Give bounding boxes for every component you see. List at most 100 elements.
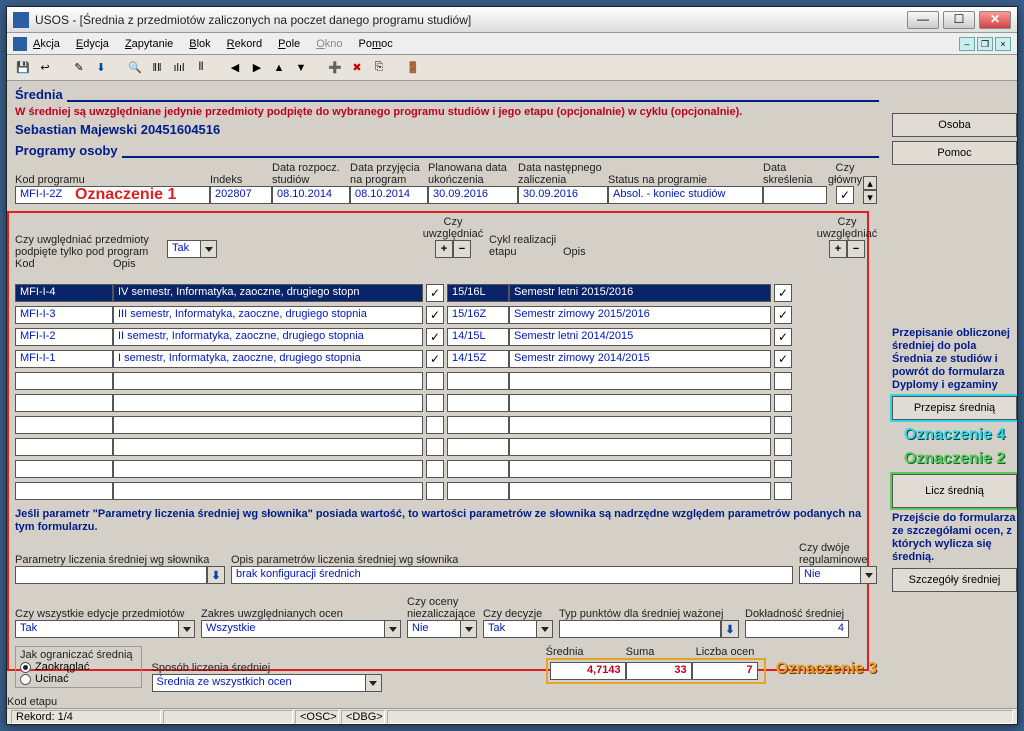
query-icon[interactable]: 🔍: [125, 58, 145, 78]
table-row[interactable]: [15, 482, 877, 504]
child-restore[interactable]: ❐: [977, 37, 993, 51]
scroll-up[interactable]: ▴: [863, 176, 877, 190]
menu-blok[interactable]: Blok: [189, 38, 210, 50]
cell-check2[interactable]: [774, 460, 792, 478]
person-name: Sebastian Majewski 20451604516: [15, 122, 1009, 137]
dokl-field[interactable]: 4: [745, 620, 849, 638]
data-plan-field[interactable]: 30.09.2016: [428, 186, 518, 204]
radio-zaokraglac[interactable]: Zaokrąglać: [20, 661, 133, 673]
cell-check1[interactable]: [426, 416, 444, 434]
cell-check2[interactable]: [774, 482, 792, 500]
rollback-icon[interactable]: ↩: [35, 58, 55, 78]
menu-pomoc[interactable]: Pomoc: [359, 38, 393, 50]
cell-check1[interactable]: [426, 438, 444, 456]
table-row[interactable]: [15, 372, 877, 394]
down2-icon[interactable]: ▼: [291, 58, 311, 78]
osoba-button[interactable]: Osoba: [892, 113, 1017, 137]
typ-pick[interactable]: ⬇: [721, 620, 739, 638]
table-row[interactable]: MFI-I-3III semestr, Informatyka, zaoczne…: [15, 306, 877, 328]
table-row[interactable]: [15, 460, 877, 482]
cell-check1[interactable]: ✓: [426, 306, 444, 324]
decyzje-dropdown[interactable]: Tak: [483, 620, 553, 638]
minus-button-1[interactable]: −: [453, 240, 471, 258]
status-field[interactable]: Absol. - koniec studiów: [608, 186, 763, 204]
param-slownik-pick[interactable]: ⬇: [207, 566, 225, 584]
zakres-dropdown[interactable]: Wszystkie: [201, 620, 401, 638]
delete-icon[interactable]: ✖: [347, 58, 367, 78]
kod-programu-field[interactable]: MFI-I-2Z: [15, 186, 210, 204]
scroll-down[interactable]: ▾: [863, 190, 877, 204]
data-rozp-field[interactable]: 08.10.2014: [272, 186, 350, 204]
przepisz-button[interactable]: Przepisz średnią: [892, 396, 1017, 420]
cell-check1[interactable]: ✓: [426, 350, 444, 368]
bars1-icon[interactable]: ‖‖: [147, 58, 167, 78]
save-icon[interactable]: 💾: [13, 58, 33, 78]
minimize-button[interactable]: —: [907, 11, 939, 29]
bars2-icon[interactable]: ılıl: [169, 58, 189, 78]
cell-check1[interactable]: [426, 460, 444, 478]
typ-field[interactable]: [559, 620, 721, 638]
bars3-icon[interactable]: ⦀: [191, 58, 211, 78]
data-skre-field[interactable]: [763, 186, 827, 204]
param-opis-field[interactable]: brak konfiguracji średnich: [231, 566, 793, 584]
edit-icon[interactable]: ✎: [69, 58, 89, 78]
up-icon[interactable]: ▲: [269, 58, 289, 78]
uwzgl-dropdown[interactable]: Tak: [167, 240, 217, 258]
licz-button[interactable]: Licz średnią: [892, 474, 1017, 508]
menu-okno[interactable]: Okno: [316, 38, 342, 50]
table-row[interactable]: [15, 438, 877, 460]
cell-check2[interactable]: [774, 372, 792, 390]
cell-check2[interactable]: ✓: [774, 328, 792, 346]
cell-cykl: [447, 482, 509, 500]
cell-check1[interactable]: [426, 372, 444, 390]
edycje-dropdown[interactable]: Tak: [15, 620, 195, 638]
menu-pole[interactable]: Pole: [278, 38, 300, 50]
content-area: Osoba Pomoc Średnia W średniej są uwzglę…: [7, 83, 1017, 708]
table-row[interactable]: MFI-I-4IV semestr, Informatyka, zaoczne,…: [15, 284, 877, 306]
menubar: Akcja Edycja Zapytanie Blok Rekord Pole …: [7, 33, 1017, 55]
maximize-button[interactable]: ☐: [943, 11, 975, 29]
cell-check2[interactable]: [774, 438, 792, 456]
cell-check2[interactable]: ✓: [774, 284, 792, 302]
down-icon[interactable]: ⬇: [91, 58, 111, 78]
cell-check2[interactable]: [774, 416, 792, 434]
indeks-field[interactable]: 202807: [210, 186, 272, 204]
szczegoly-button[interactable]: Szczegóły średniej: [892, 568, 1017, 592]
cell-check1[interactable]: ✓: [426, 284, 444, 302]
niezal-dropdown[interactable]: Nie: [407, 620, 477, 638]
child-icon: [13, 37, 27, 51]
annotation-4: Oznaczenie 4: [892, 426, 1017, 444]
table-row[interactable]: [15, 416, 877, 438]
next-icon[interactable]: ▶: [247, 58, 267, 78]
cell-check2[interactable]: [774, 394, 792, 412]
close-button[interactable]: ✕: [979, 11, 1011, 29]
table-row[interactable]: [15, 394, 877, 416]
insert-icon[interactable]: ➕: [325, 58, 345, 78]
data-przyj-field[interactable]: 08.10.2014: [350, 186, 428, 204]
param-slownik-field[interactable]: [15, 566, 207, 584]
data-nast-field[interactable]: 30.09.2016: [518, 186, 608, 204]
table-row[interactable]: MFI-I-1I semestr, Informatyka, zaoczne, …: [15, 350, 877, 372]
cell-check1[interactable]: ✓: [426, 328, 444, 346]
table-row[interactable]: MFI-I-2II semestr, Informatyka, zaoczne,…: [15, 328, 877, 350]
cell-check1[interactable]: [426, 482, 444, 500]
duplicate-icon[interactable]: ⎘: [369, 58, 389, 78]
dwoje-dropdown[interactable]: Nie: [799, 566, 877, 584]
child-minimize[interactable]: –: [959, 37, 975, 51]
exit-icon[interactable]: 🚪: [403, 58, 423, 78]
menu-rekord[interactable]: Rekord: [227, 38, 262, 50]
menu-akcja[interactable]: Akcja: [33, 38, 60, 50]
plus-button-1[interactable]: +: [435, 240, 453, 258]
glowny-checkbox[interactable]: ✓: [836, 186, 854, 204]
minus-button-2[interactable]: −: [847, 240, 865, 258]
radio-ucinac[interactable]: Ucinać: [20, 673, 133, 685]
sposob-dropdown[interactable]: Średnia ze wszystkich ocen: [152, 674, 382, 692]
cell-check2[interactable]: ✓: [774, 350, 792, 368]
cell-check1[interactable]: [426, 394, 444, 412]
cell-check2[interactable]: ✓: [774, 306, 792, 324]
menu-edycja[interactable]: Edycja: [76, 38, 109, 50]
plus-button-2[interactable]: +: [829, 240, 847, 258]
child-close[interactable]: ×: [995, 37, 1011, 51]
menu-zapytanie[interactable]: Zapytanie: [125, 38, 173, 50]
first-icon[interactable]: ◀: [225, 58, 245, 78]
